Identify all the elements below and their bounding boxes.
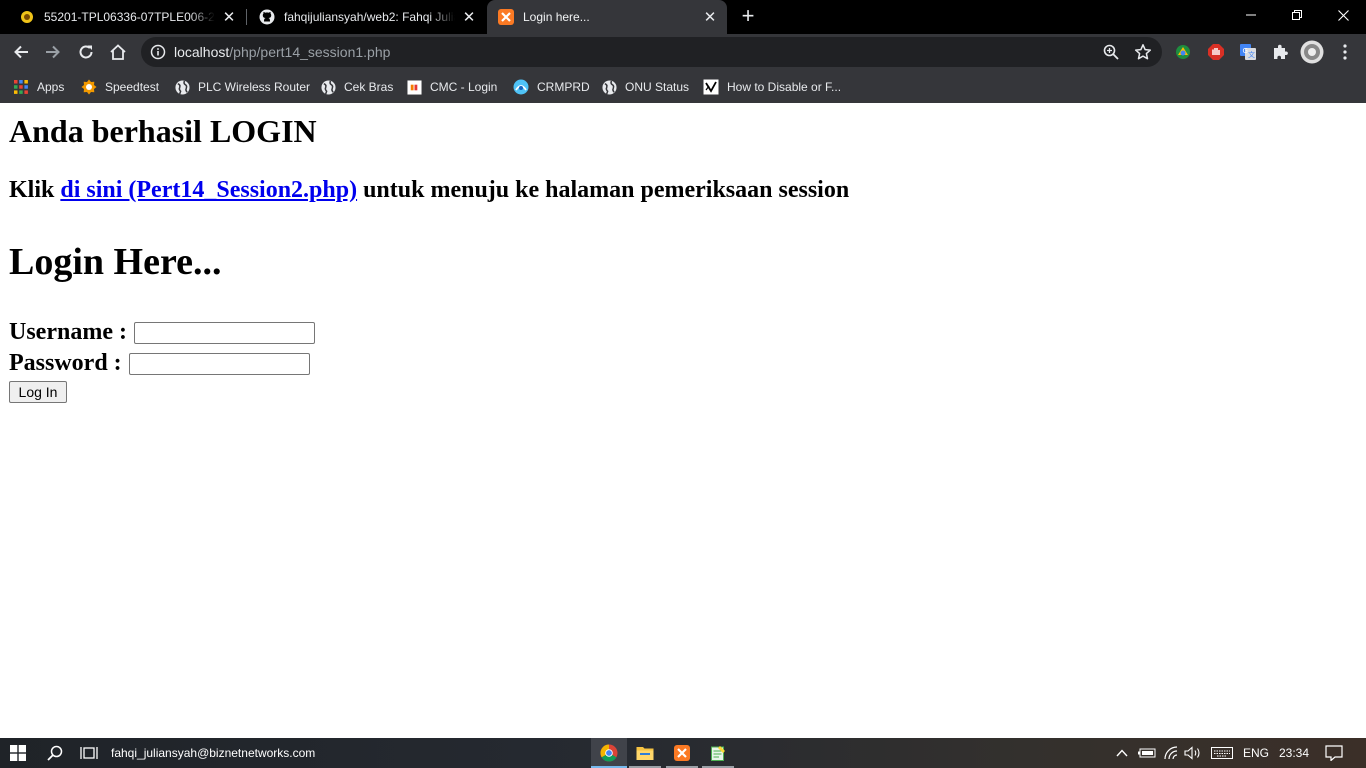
bookmark-page-icon [703,79,719,95]
taskbar-xampp-icon[interactable] [664,738,700,768]
link-suffix-text: untuk menuju ke halaman pemeriksaan sess… [363,177,850,203]
profile-avatar[interactable] [1299,39,1325,65]
login-button[interactable]: Log In [9,381,67,403]
apps-grid-icon [13,79,29,95]
task-view-icon[interactable] [72,738,106,768]
bookmark-label: Speedtest [105,80,160,94]
battery-icon[interactable] [1136,738,1158,768]
password-label: Password : [9,350,122,376]
google-translate-icon[interactable]: G文 [1238,42,1258,62]
speedtest-icon [81,79,97,95]
bookmarks-bar: Apps Speedtest PLC Wireless Router Cek B… [0,70,1366,103]
bookmark-cek-bras[interactable]: Cek Bras [320,75,393,99]
url-text[interactable]: localhost/php/pert14_session1.php [174,44,390,60]
username-row: Username : [9,319,315,346]
wifi-icon[interactable] [1160,738,1182,768]
url-path: /php/pert14_session1.php [229,44,391,60]
svg-text:文: 文 [1248,50,1255,59]
bookmark-cmc-login[interactable]: CMC - Login [406,75,497,99]
url-host: localhost [174,44,230,60]
close-tab-icon[interactable]: ✕ [461,9,477,26]
session2-link[interactable]: di sini (Pert14_Session2.php) [60,177,357,203]
bookmark-onu-status[interactable]: ONU Status [601,75,689,99]
xampp-icon [498,9,514,25]
globe-icon [601,79,617,95]
github-icon [259,9,275,25]
bookmark-label: CRMPRD [537,80,590,94]
tab-title: 55201-TPL06336-07TPLE006-2020 [44,10,215,24]
bookmark-label: PLC Wireless Router [198,80,311,94]
address-bar[interactable]: localhost/php/pert14_session1.php [141,37,1162,67]
browser-toolbar: localhost/php/pert14_session1.php G文 [0,34,1366,70]
link-prefix-text: Klik [9,177,55,203]
minimize-button[interactable] [1228,0,1274,30]
username-input[interactable] [133,321,315,344]
session-link-line: Klik di sini (Pert14_Session2.php) untuk… [9,177,849,204]
bookmark-label: How to Disable or F... [727,80,842,94]
bookmark-star-icon[interactable] [1134,43,1152,61]
show-hidden-icons-chevron-icon[interactable] [1112,738,1132,768]
bookmark-label: Cek Bras [344,80,394,94]
bookmark-plc-wireless-router[interactable]: PLC Wireless Router [174,75,310,99]
taskbar-notepad-icon[interactable] [700,738,736,768]
extension-colorful-icon[interactable] [1173,42,1193,62]
site-info-icon[interactable] [150,44,166,60]
browser-tab-strip: 55201-TPL06336-07TPLE006-2020 ✕ fahqijul… [0,0,1366,34]
tab-title: Login here... [523,10,590,24]
forward-button[interactable] [39,38,67,66]
taskbar-account-text[interactable]: fahqi_juliansyah@biznetnetworks.com [111,738,315,768]
bookmark-label: Apps [37,80,65,94]
taskbar-file-explorer-icon[interactable] [627,738,663,768]
moodle-favicon-icon [19,9,35,25]
password-input[interactable] [128,352,310,375]
tab-github[interactable]: fahqijuliansyah/web2: Fahqi Julian ✕ [240,0,486,34]
volume-icon[interactable] [1182,738,1204,768]
search-icon[interactable] [38,738,72,768]
new-tab-button[interactable]: + [736,5,760,29]
bookmark-label: CMC - Login [430,80,498,94]
tab-title: fahqijuliansyah/web2: Fahqi Julian [284,10,455,24]
bookmark-speedtest[interactable]: Speedtest [81,75,159,99]
bookmark-how-to-disable[interactable]: How to Disable or F... [703,75,841,99]
success-heading: Anda berhasil LOGIN [9,113,317,149]
web-page: Anda berhasil LOGIN Klik di sini (Pert14… [0,103,1366,738]
reload-button[interactable] [72,38,100,66]
touch-keyboard-icon[interactable] [1208,738,1236,768]
password-row: Password : [9,350,310,377]
home-button[interactable] [104,38,132,66]
extensions-puzzle-icon[interactable] [1270,42,1290,62]
globe-icon [320,79,336,95]
restore-button[interactable] [1274,0,1320,30]
action-center-icon[interactable] [1320,738,1348,768]
close-window-button[interactable] [1320,0,1366,30]
tab-moodle[interactable]: 55201-TPL06336-07TPLE006-2020 ✕ [0,0,246,34]
bookmark-apps[interactable]: Apps [13,75,64,99]
windows-start-icon[interactable] [0,738,36,768]
crm-icon [513,79,529,95]
adblock-icon[interactable] [1206,42,1226,62]
taskbar-clock[interactable]: 23:34 [1279,738,1309,768]
username-label: Username : [9,319,127,345]
bookmark-label: ONU Status [625,80,690,94]
tab-login-here[interactable]: Login here... ✕ [487,0,727,34]
cmc-icon [406,79,422,95]
input-language[interactable]: ENG [1243,738,1269,768]
close-tab-icon[interactable]: ✕ [221,9,237,26]
taskbar-chrome-icon[interactable] [591,738,627,768]
bookmark-crmprd[interactable]: CRMPRD [513,75,590,99]
login-form-title: Login Here... [9,241,222,283]
close-tab-icon[interactable]: ✕ [702,9,718,26]
chrome-menu-icon[interactable] [1335,42,1355,62]
zoom-icon[interactable] [1102,43,1120,61]
globe-icon [174,79,190,95]
back-button[interactable] [7,38,35,66]
windows-taskbar: fahqi_juliansyah@biznetnetworks.com ENG … [0,738,1366,768]
